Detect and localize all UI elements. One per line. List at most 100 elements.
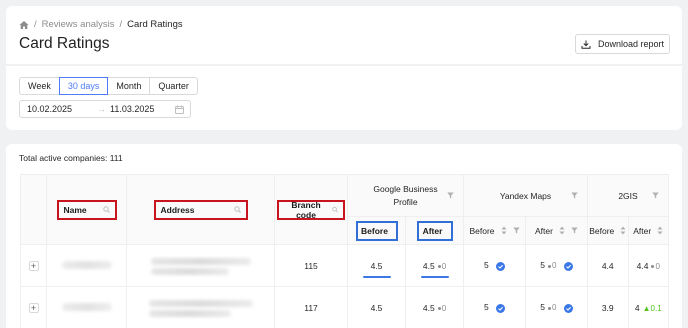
gis-after-cell: 4 ▲0.1 bbox=[627, 286, 669, 328]
yandex-before-cell: 5 bbox=[463, 286, 526, 328]
yandex-before-value: 5 bbox=[483, 260, 489, 271]
yandex-before-cell: 5 bbox=[463, 244, 526, 287]
blurred-address bbox=[150, 257, 251, 275]
breadcrumb-reviews-analysis[interactable]: Reviews analysis bbox=[42, 19, 115, 30]
address-column-header: Address bbox=[126, 174, 275, 245]
breadcrumb-current: Card Ratings bbox=[127, 19, 183, 30]
google-after-cell: 4.5 0 bbox=[405, 244, 464, 287]
address-cell bbox=[126, 244, 275, 287]
sort-icon bbox=[657, 226, 663, 235]
yandex-before-header[interactable]: Before bbox=[463, 216, 526, 245]
filter-icon[interactable] bbox=[447, 192, 454, 199]
google-before-label: Before bbox=[361, 225, 388, 236]
sort-icon bbox=[559, 226, 565, 235]
period-week-button[interactable]: Week bbox=[19, 77, 60, 95]
google-after-cell: 4.5 0 bbox=[405, 286, 464, 328]
search-icon[interactable] bbox=[233, 206, 241, 213]
name-search-header[interactable]: Name bbox=[56, 199, 117, 220]
gis-after-label: After bbox=[633, 225, 652, 236]
branch-code-search-header[interactable]: Branch code bbox=[277, 199, 345, 220]
page-title: Card Ratings bbox=[19, 35, 110, 52]
date-start-input[interactable]: 10.02.2025 bbox=[27, 104, 72, 114]
expand-row-button[interactable]: + bbox=[28, 260, 39, 271]
branch-code-column-header: Branch code bbox=[274, 174, 348, 245]
gis-after-header[interactable]: After bbox=[627, 216, 669, 245]
date-end-input[interactable]: 11.03.2025 bbox=[110, 104, 154, 114]
table-row: + 115 4.5 4.5 0 5 50 4.4 4.4 0 bbox=[20, 244, 669, 287]
google-after-value: 4.5 bbox=[422, 260, 435, 271]
period-quarter-button[interactable]: Quarter bbox=[149, 77, 198, 95]
gis-delta: 0 bbox=[651, 262, 660, 271]
branch-code-header-label: Branch code bbox=[291, 199, 321, 220]
gis-column-group: 2GIS bbox=[587, 174, 669, 217]
branch-code-cell: 115 bbox=[274, 244, 348, 287]
filter-icon[interactable] bbox=[512, 227, 520, 234]
download-report-button[interactable]: Download report bbox=[575, 34, 670, 54]
blurred-name bbox=[61, 260, 112, 269]
google-column-group: Google Business Profile bbox=[347, 174, 464, 217]
expand-column-header bbox=[20, 174, 47, 245]
yandex-after-header[interactable]: After bbox=[525, 216, 588, 245]
neutral-dot-icon bbox=[547, 306, 551, 310]
gis-before-header[interactable]: Before bbox=[587, 216, 629, 245]
filter-icon[interactable] bbox=[652, 192, 659, 199]
download-icon bbox=[581, 40, 591, 49]
blurred-name bbox=[61, 302, 112, 311]
calendar-icon bbox=[175, 105, 184, 114]
gis-after-cell: 4.4 0 bbox=[627, 244, 669, 287]
sort-icon bbox=[501, 226, 507, 235]
gis-before-cell: 4.4 bbox=[587, 244, 629, 287]
period-month-button[interactable]: Month bbox=[107, 77, 151, 95]
expand-row-button[interactable]: + bbox=[28, 302, 39, 313]
yandex-column-group: Yandex Maps bbox=[463, 174, 588, 217]
date-range-picker[interactable]: 10.02.2025 → 11.03.2025 bbox=[19, 100, 191, 118]
google-header-label: Google Business Profile bbox=[373, 183, 438, 207]
filter-icon[interactable] bbox=[571, 192, 578, 199]
home-icon[interactable] bbox=[19, 20, 29, 30]
name-cell bbox=[46, 244, 127, 287]
neutral-dot-icon bbox=[437, 264, 441, 268]
yandex-after-cell: 50 bbox=[525, 244, 588, 287]
google-after-value: 4.5 bbox=[422, 302, 435, 313]
neutral-dot-icon bbox=[651, 264, 655, 268]
address-header-label: Address bbox=[160, 204, 195, 215]
google-after-header: After bbox=[405, 216, 464, 245]
search-icon[interactable] bbox=[332, 206, 338, 213]
yandex-before-value: 5 bbox=[483, 302, 489, 313]
blurred-address bbox=[148, 299, 253, 317]
neutral-dot-icon bbox=[437, 306, 441, 310]
total-active-companies: Total active companies: 111 bbox=[19, 153, 123, 163]
gis-before-cell: 3.9 bbox=[587, 286, 629, 328]
google-after-sort[interactable]: After bbox=[416, 220, 453, 241]
verified-check-icon bbox=[496, 261, 506, 271]
header-card: / Reviews analysis / Card Ratings Card R… bbox=[6, 6, 682, 64]
name-column-header: Name bbox=[46, 174, 127, 245]
yandex-after-value: 5 bbox=[540, 260, 545, 271]
name-header-label: Name bbox=[63, 204, 87, 215]
ratings-table: Name Address Branch code Google Business… bbox=[20, 174, 669, 328]
google-after-label: After bbox=[422, 225, 443, 236]
gis-before-label: Before bbox=[589, 225, 615, 236]
sort-icon bbox=[620, 226, 626, 235]
yandex-delta: 0 bbox=[547, 303, 556, 312]
search-icon[interactable] bbox=[102, 206, 110, 213]
filter-icon[interactable] bbox=[571, 227, 578, 234]
google-before-sort[interactable]: Before bbox=[355, 220, 398, 241]
verified-check-icon bbox=[563, 261, 573, 271]
yandex-after-label: After bbox=[535, 225, 553, 236]
up-arrow-icon: ▲ bbox=[642, 303, 651, 313]
yandex-header-label: Yandex Maps bbox=[499, 190, 552, 201]
address-search-header[interactable]: Address bbox=[153, 199, 248, 220]
gis-header-label: 2GIS bbox=[618, 190, 638, 201]
address-cell bbox=[126, 286, 275, 328]
period-30-days-button[interactable]: 30 days bbox=[58, 77, 109, 95]
google-before-cell: 4.5 bbox=[347, 286, 406, 328]
gis-after-value: 4 bbox=[634, 302, 640, 313]
google-delta: 0 bbox=[437, 304, 446, 313]
google-delta: 0 bbox=[437, 262, 446, 271]
yandex-before-label: Before bbox=[469, 225, 495, 236]
table-row: + 117 4.5 4.5 0 5 50 3.9 4 ▲0.1 bbox=[20, 286, 669, 328]
google-before-cell: 4.5 bbox=[347, 244, 406, 287]
verified-check-icon bbox=[496, 303, 506, 313]
name-cell bbox=[46, 286, 127, 328]
